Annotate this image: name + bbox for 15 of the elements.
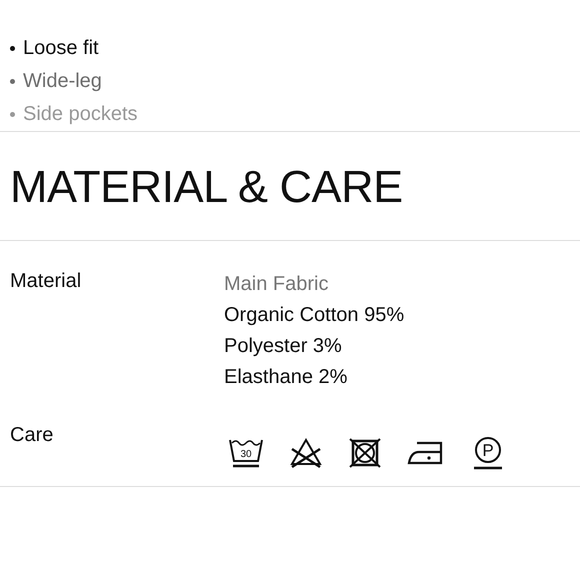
feature-text: Loose fit (23, 36, 99, 61)
no-tumble-dry-icon (348, 436, 382, 468)
bullet-icon (10, 112, 15, 117)
feature-text: Side pockets (23, 102, 138, 127)
composition-line: Organic Cotton 95% (224, 303, 406, 328)
no-bleach-icon (289, 436, 323, 468)
composition-line: Elasthane 2% (224, 365, 348, 390)
care-label: Care (10, 423, 54, 448)
fabric-subheading: Main Fabric (224, 272, 330, 297)
feature-text: Wide-leg (23, 69, 102, 94)
material-label: Material (10, 269, 82, 294)
composition-line: Polyester 3% (224, 334, 343, 359)
bullet-icon (10, 79, 15, 84)
section-heading: MATERIAL & CARE (9, 160, 404, 214)
bullet-icon (10, 46, 15, 51)
